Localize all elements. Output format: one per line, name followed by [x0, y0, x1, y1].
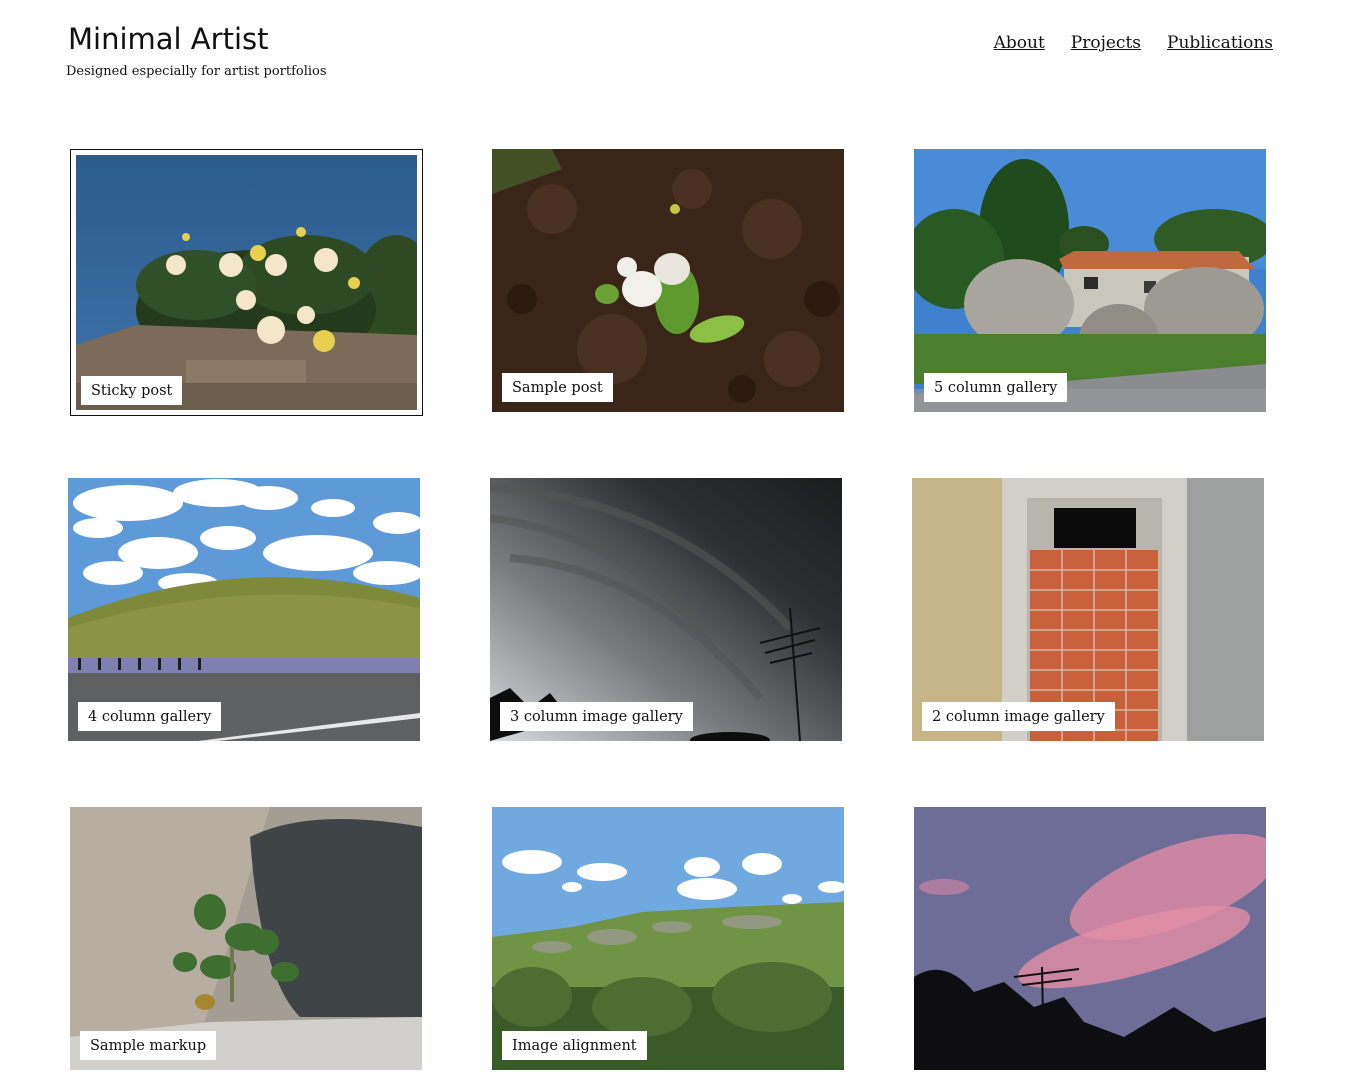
- post-image-storm-clouds[interactable]: 3 column image gallery: [490, 478, 842, 741]
- post-tile-image-alignment[interactable]: Image alignment: [492, 807, 844, 1070]
- site-title[interactable]: Minimal Artist: [68, 22, 268, 56]
- post-label[interactable]: Image alignment: [502, 1031, 647, 1060]
- main-navigation: About Projects Publications: [994, 33, 1273, 53]
- post-tile-5-column-gallery[interactable]: 5 column gallery: [914, 149, 1266, 412]
- post-label[interactable]: Sample post: [502, 373, 613, 402]
- nav-projects-link[interactable]: Projects: [1071, 33, 1141, 53]
- post-tile-sample-markup[interactable]: Sample markup: [70, 807, 422, 1070]
- post-tile-sample-post[interactable]: Sample post: [492, 149, 844, 412]
- post-tile-2-column-image-gallery[interactable]: 2 column image gallery: [912, 478, 1264, 741]
- nav-about-link[interactable]: About: [994, 33, 1045, 53]
- post-tile-3-column-image-gallery[interactable]: 3 column image gallery: [490, 478, 842, 741]
- post-image-rocky-hillside[interactable]: Image alignment: [492, 807, 844, 1070]
- post-image-bricked-window[interactable]: 2 column image gallery: [912, 478, 1264, 741]
- post-image-seedling[interactable]: Sample post: [492, 149, 844, 412]
- post-label[interactable]: 4 column gallery: [78, 702, 222, 731]
- post-label[interactable]: 5 column gallery: [924, 373, 1068, 402]
- post-image-roses[interactable]: Sticky post: [76, 155, 417, 410]
- nav-publications-link[interactable]: Publications: [1167, 33, 1273, 53]
- post-label[interactable]: Sample markup: [80, 1031, 217, 1060]
- post-image-green-hill[interactable]: 4 column gallery: [68, 478, 420, 741]
- site-description: Designed especially for artist portfolio…: [66, 64, 327, 79]
- post-tile-4-column-gallery[interactable]: 4 column gallery: [68, 478, 420, 741]
- post-label[interactable]: 3 column image gallery: [500, 702, 693, 731]
- post-image-boulders-house[interactable]: 5 column gallery: [914, 149, 1266, 412]
- post-image-pink-sunset[interactable]: [914, 807, 1266, 1070]
- post-tile-sunset[interactable]: [914, 807, 1266, 1070]
- post-tile-sticky[interactable]: Sticky post: [70, 149, 423, 416]
- post-label[interactable]: Sticky post: [81, 376, 183, 405]
- post-image-plant-rock[interactable]: Sample markup: [70, 807, 422, 1070]
- post-label[interactable]: 2 column image gallery: [922, 702, 1115, 731]
